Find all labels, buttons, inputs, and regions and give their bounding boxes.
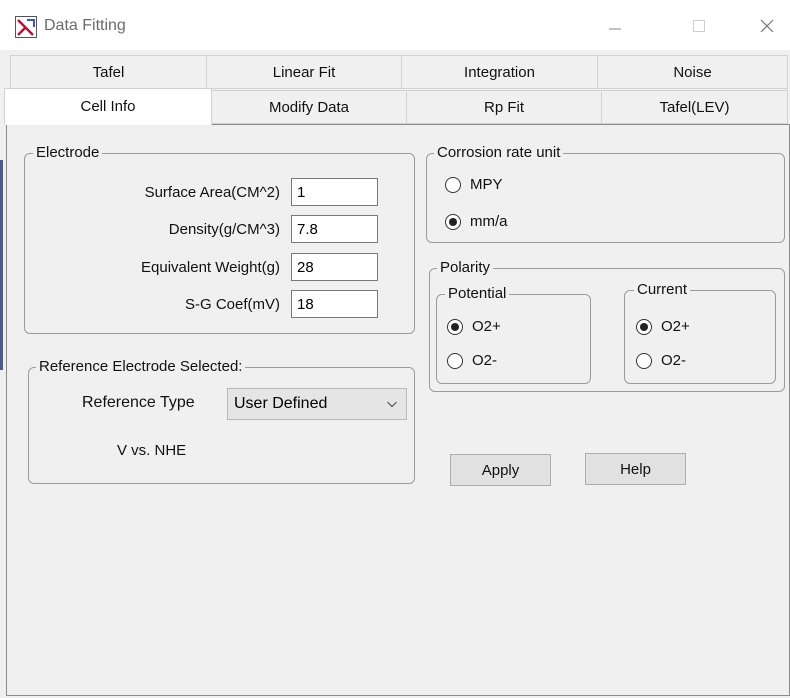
apply-button[interactable]: Apply bbox=[450, 454, 551, 486]
reference-type-label: Reference Type bbox=[82, 394, 195, 411]
reference-potential-text: V vs. NHE bbox=[117, 442, 187, 459]
chevron-down-icon bbox=[387, 401, 397, 408]
tab-linear-fit[interactable]: Linear Fit bbox=[206, 55, 402, 89]
radio-selected-dot bbox=[451, 322, 459, 331]
potential-group-title: Potential bbox=[445, 285, 510, 303]
left-edge-strip bbox=[0, 160, 3, 370]
potential-group: Potential bbox=[436, 285, 591, 384]
equivalent-weight-label: Equivalent Weight(g) bbox=[141, 259, 280, 276]
data-fitting-window: Data Fitting Tafel Linear Fit Integratio… bbox=[0, 0, 790, 698]
reference-electrode-group: Reference Electrode Selected: bbox=[28, 358, 415, 484]
tab-tafel-lev[interactable]: Tafel(LEV) bbox=[601, 90, 788, 124]
title-bar: Data Fitting bbox=[0, 0, 790, 50]
window-title: Data Fitting bbox=[44, 17, 126, 34]
help-button[interactable]: Help bbox=[585, 453, 686, 485]
radio-selected-dot bbox=[449, 217, 457, 226]
radio-circle[interactable] bbox=[445, 176, 461, 193]
radio-label: O2- bbox=[472, 352, 498, 369]
maximize-button[interactable] bbox=[676, 8, 722, 44]
close-icon bbox=[760, 19, 774, 33]
tab-label: Rp Fit bbox=[483, 98, 524, 116]
tab-integration[interactable]: Integration bbox=[401, 55, 598, 89]
radio-label: O2+ bbox=[661, 318, 690, 335]
surface-area-label: Surface Area(CM^2) bbox=[144, 184, 280, 201]
tab-rp-fit[interactable]: Rp Fit bbox=[406, 90, 602, 124]
tab-label: Noise bbox=[673, 63, 712, 81]
sg-coef-label: S-G Coef(mV) bbox=[184, 296, 280, 313]
tab-label: Integration bbox=[464, 63, 535, 81]
density-label: Density(g/CM^3) bbox=[168, 221, 280, 238]
radio-circle[interactable] bbox=[447, 318, 463, 335]
radio-selected-dot bbox=[640, 322, 648, 331]
radio-current-o2-plus[interactable]: O2+ bbox=[636, 318, 690, 335]
reference-type-select[interactable]: User Defined bbox=[227, 388, 407, 420]
polarity-group-title: Polarity bbox=[437, 259, 494, 277]
close-button[interactable] bbox=[744, 8, 790, 44]
radio-potential-o2-minus[interactable]: O2- bbox=[447, 352, 497, 369]
radio-label: O2- bbox=[661, 352, 687, 369]
equivalent-weight-input[interactable] bbox=[291, 253, 378, 281]
current-group: Current bbox=[624, 281, 776, 384]
minimize-icon bbox=[609, 28, 621, 30]
radio-circle[interactable] bbox=[445, 213, 461, 230]
tab-label: Cell Info bbox=[80, 98, 136, 115]
minimize-button[interactable] bbox=[592, 8, 638, 44]
sg-coef-input[interactable] bbox=[291, 290, 378, 318]
electrode-group-title: Electrode bbox=[33, 144, 103, 162]
tab-label: Linear Fit bbox=[272, 63, 336, 81]
radio-mm-a[interactable]: mm/a bbox=[445, 213, 508, 230]
tab-label: Modify Data bbox=[268, 98, 350, 116]
tab-tafel[interactable]: Tafel bbox=[10, 55, 207, 89]
tab-label: Tafel(LEV) bbox=[659, 98, 730, 116]
current-group-title: Current bbox=[634, 281, 691, 299]
data-fitting-app-icon bbox=[15, 16, 37, 38]
reference-group-title: Reference Electrode Selected: bbox=[36, 358, 246, 376]
corrosion-group-title: Corrosion rate unit bbox=[434, 144, 564, 162]
tab-cell-info[interactable]: Cell Info bbox=[4, 88, 212, 125]
radio-circle[interactable] bbox=[447, 352, 463, 369]
tab-label: Tafel bbox=[92, 63, 125, 81]
radio-mpy[interactable]: MPY bbox=[445, 176, 503, 193]
maximize-icon bbox=[693, 20, 705, 32]
tab-noise[interactable]: Noise bbox=[597, 55, 788, 89]
reference-type-value: User Defined bbox=[234, 395, 328, 412]
radio-potential-o2-plus[interactable]: O2+ bbox=[447, 318, 501, 335]
radio-label: mm/a bbox=[470, 213, 508, 230]
radio-current-o2-minus[interactable]: O2- bbox=[636, 352, 686, 369]
radio-label: O2+ bbox=[472, 318, 501, 335]
tab-modify-data[interactable]: Modify Data bbox=[211, 90, 407, 124]
surface-area-input[interactable] bbox=[291, 178, 378, 206]
density-input[interactable] bbox=[291, 215, 378, 243]
radio-circle[interactable] bbox=[636, 318, 652, 335]
radio-circle[interactable] bbox=[636, 352, 652, 369]
radio-label: MPY bbox=[470, 176, 503, 193]
